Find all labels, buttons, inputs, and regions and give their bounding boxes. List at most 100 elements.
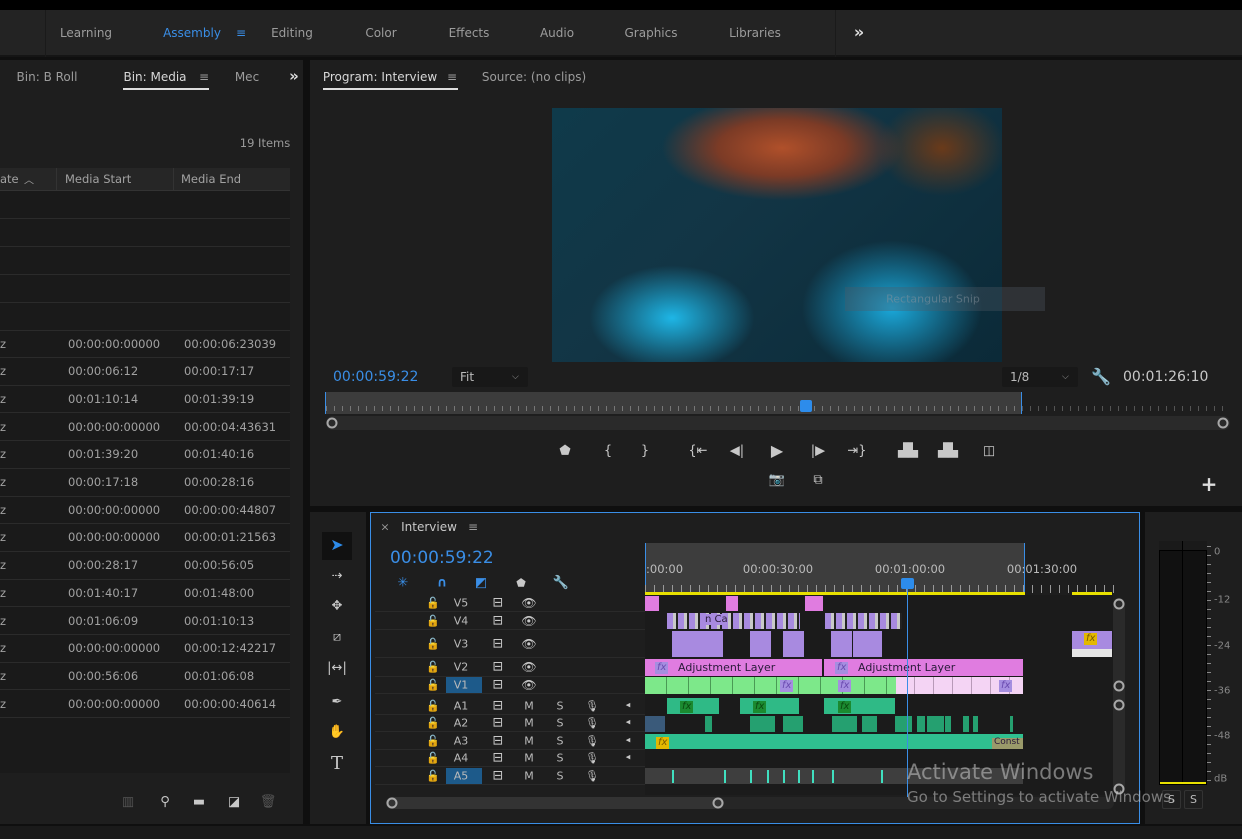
snap-magnet-icon[interactable]: ∩ [437,577,448,590]
sync-lock-icon[interactable]: ⊟ [493,770,504,783]
timeline-menu-icon[interactable]: ≡ [468,520,478,534]
clip-v4-nested[interactable] [667,613,800,629]
toggle-proxies-icon[interactable]: ⧉ [813,474,822,487]
table-row[interactable]: z 00:01:10:14 00:01:39:19 [0,385,290,414]
workspace-tab-graphics[interactable]: Graphics [625,26,678,40]
step-back-icon[interactable]: ◀| [730,445,744,458]
track-label[interactable]: A3 [454,735,469,748]
zoom-handle-left[interactable] [326,417,338,429]
clip-a2[interactable] [645,716,665,732]
sync-lock-icon[interactable]: ⊟ [493,700,504,713]
tab-source-no-clips[interactable]: Source: (no clips) [482,70,586,84]
sync-lock-icon[interactable]: ⊟ [493,752,504,765]
export-frame-camera-icon[interactable]: 📷 [769,474,785,487]
mute-button[interactable]: M [524,717,534,730]
resolution-dropdown[interactable]: 1/8 ⌵ [1002,367,1078,387]
workspace-tab-libraries[interactable]: Libraries [729,26,781,40]
close-timeline-icon[interactable]: × [380,521,389,534]
solo-button[interactable]: S [557,717,564,730]
clip-a2[interactable] [927,716,944,732]
mute-button[interactable]: M [524,770,534,783]
track-label[interactable]: V2 [454,661,469,674]
clip-a2[interactable] [1010,716,1013,732]
speaker-icon[interactable]: ◂ [626,701,631,711]
selection-arrow-icon[interactable]: ➤ [330,537,343,553]
clip-v4-nested[interactable] [825,613,902,629]
clip-a5-marker[interactable] [798,770,800,783]
go-to-out-icon[interactable]: ⇥} [847,445,866,458]
voiceover-mic-icon[interactable]: 🎙 [585,718,599,729]
step-forward-icon[interactable]: |▶ [811,445,825,458]
clip-a2[interactable] [783,716,803,732]
program-timecode[interactable]: 00:00:59:22 [333,369,418,385]
ripple-edit-icon[interactable]: ✥ [332,600,343,613]
timeline-sequence-tab[interactable]: Interview [401,520,457,534]
clip-a2[interactable] [832,716,857,732]
clip-a5-marker[interactable] [812,770,814,783]
add-marker-icon[interactable]: ⬟ [516,578,526,589]
eye-icon[interactable]: 👁 [521,679,536,691]
clip-a1[interactable] [740,698,799,714]
workspace-tab-learning[interactable]: Learning [60,26,112,40]
voiceover-mic-icon[interactable]: 🎙 [585,753,599,764]
timeline-timecode[interactable]: 00:00:59:22 [390,548,494,568]
clip-a5-marker[interactable] [783,770,785,783]
mark-in-icon[interactable]: { [604,445,612,458]
lock-icon[interactable]: 🔓 [426,598,440,609]
workspace-tab-editing[interactable]: Editing [271,26,313,40]
track-label[interactable]: V3 [454,638,469,651]
clip-a5-marker[interactable] [767,770,769,783]
clip-a2[interactable] [862,716,877,732]
workspace-menu-icon[interactable]: ≡ [236,26,246,40]
clip-a2[interactable] [945,716,951,732]
type-tool-icon[interactable]: T [331,755,343,773]
track-select-icon[interactable]: ⇢ [332,570,343,583]
sync-lock-icon[interactable]: ⊟ [493,661,504,674]
sort-ascending-icon[interactable]: ︿ [24,172,34,187]
lock-icon[interactable]: 🔓 [426,753,440,764]
solo-button[interactable]: S [557,735,564,748]
razor-icon[interactable]: ⧄ [333,631,341,644]
column-header-media-end[interactable]: Media End [181,172,241,186]
clip-a5-marker[interactable] [750,770,752,783]
solo-button[interactable]: S [557,752,564,765]
sync-lock-icon[interactable]: ⊟ [493,638,504,651]
lock-icon[interactable]: 🔓 [426,616,440,627]
sync-lock-icon[interactable]: ⊟ [493,717,504,730]
table-row[interactable]: z 00:00:06:12 00:00:17:17 [0,358,290,386]
vertical-scrollbar[interactable] [1113,598,1125,794]
clip-v3[interactable] [750,631,771,657]
clip-a3[interactable] [645,734,1023,749]
trash-icon[interactable]: 🗑 [260,796,277,809]
mute-button[interactable]: M [524,752,534,765]
track-label[interactable]: V1 [454,679,469,692]
sync-lock-icon[interactable]: ⊟ [493,735,504,748]
workspace-tab-color[interactable]: Color [365,26,396,40]
workspace-tab-audio[interactable]: Audio [540,26,574,40]
timeline-playhead[interactable] [901,578,914,589]
scrub-bar[interactable] [325,392,1022,414]
track-label[interactable]: A2 [454,717,469,730]
lock-icon[interactable]: 🔓 [426,701,440,712]
clip-a2[interactable] [973,716,978,732]
mark-out-icon[interactable]: } [641,445,649,458]
wrench-icon[interactable]: 🔧 [1091,369,1111,385]
track-label[interactable]: V4 [454,615,469,628]
scroll-handle[interactable] [1113,598,1125,610]
speaker-icon[interactable]: ◂ [626,753,631,763]
clip-a5-marker[interactable] [832,770,834,783]
track-label[interactable]: A4 [454,752,469,765]
lift-icon[interactable]: ▟▙ [898,445,918,458]
clip-a2[interactable] [917,716,925,732]
lock-icon[interactable]: 🔓 [426,736,440,747]
scroll-handle[interactable] [1113,699,1125,711]
zoom-handle-left[interactable] [386,797,398,809]
sync-lock-icon[interactable]: ⊟ [493,679,504,692]
voiceover-mic-icon[interactable]: 🎙 [585,701,599,712]
clip-v5[interactable] [645,596,659,611]
compare-view-icon[interactable]: ◫ [983,445,995,458]
clip-a5-marker[interactable] [672,770,674,783]
hand-icon[interactable]: ✋ [329,726,345,739]
tab-program-interview[interactable]: Program: Interview [323,70,437,84]
search-icon[interactable]: ⚲ [160,796,170,809]
